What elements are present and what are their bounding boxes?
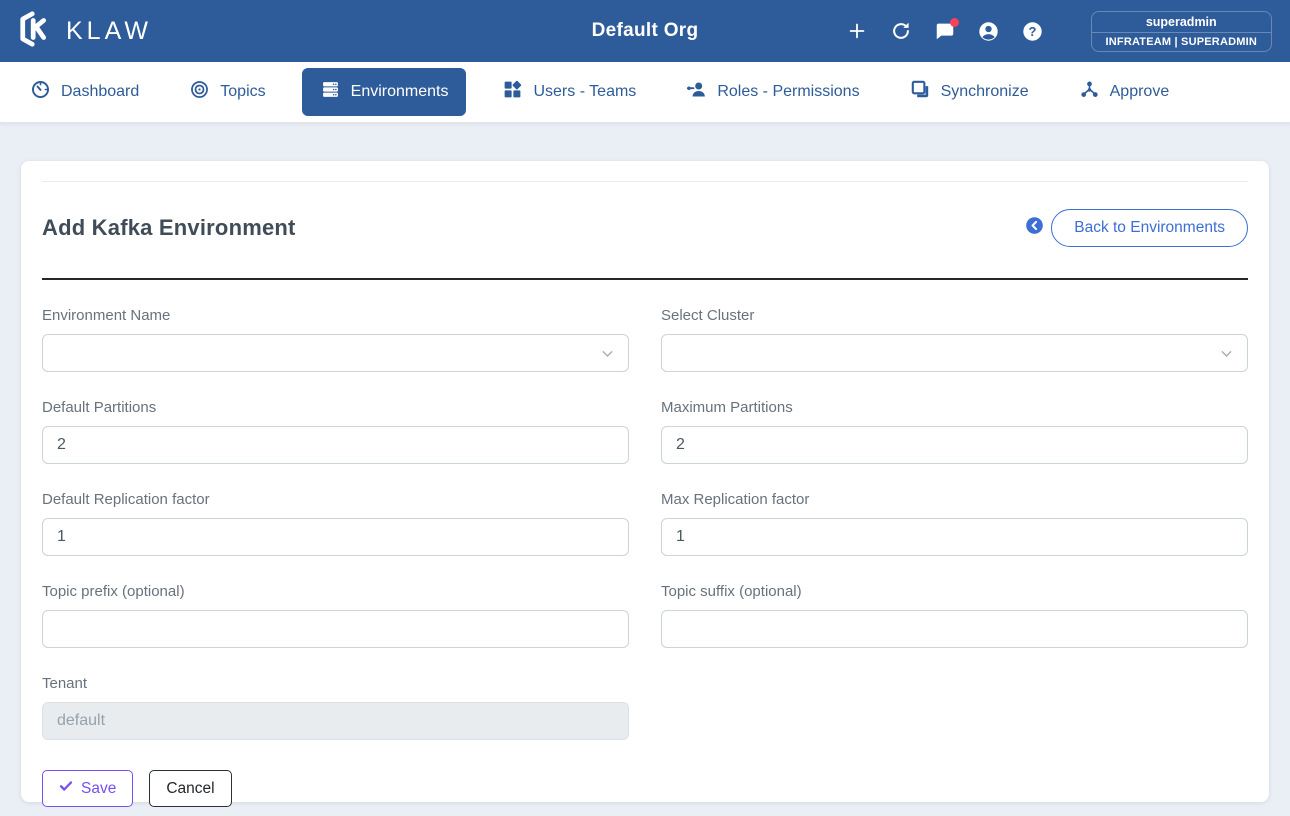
tab-label: Synchronize: [940, 83, 1029, 100]
tab-synchronize[interactable]: Synchronize: [896, 68, 1043, 116]
page-title: Add Kafka Environment: [42, 215, 296, 240]
chevron-down-icon: [599, 345, 616, 367]
default-partitions-input[interactable]: [42, 426, 629, 464]
tab-topics[interactable]: Topics: [175, 68, 279, 116]
cancel-button-label: Cancel: [166, 779, 215, 797]
check-icon: [59, 779, 73, 798]
tab-label: Approve: [1109, 83, 1170, 100]
tenant-label: Tenant: [42, 675, 88, 692]
user-team-role: INFRATEAM | SUPERADMIN: [1090, 32, 1272, 52]
klaw-logo-icon: [18, 10, 56, 53]
topics-target-icon: [189, 79, 210, 105]
select-cluster-select[interactable]: [661, 334, 1248, 372]
tab-users-teams[interactable]: Users - Teams: [488, 68, 650, 116]
dashboard-gauge-icon: [30, 79, 51, 105]
content-card: Add Kafka Environment Back to Environmen…: [21, 161, 1269, 807]
default-replication-factor-label: Default Replication factor: [42, 491, 210, 508]
divider: [42, 181, 1248, 182]
add-icon[interactable]: [845, 19, 869, 43]
divider: [42, 278, 1248, 280]
org-title: Default Org: [591, 20, 699, 41]
user-name: superadmin: [1090, 10, 1272, 33]
save-button[interactable]: Save: [42, 770, 134, 807]
maximum-partitions-input[interactable]: [661, 426, 1248, 464]
tab-roles-permissions[interactable]: Roles - Permissions: [672, 68, 873, 116]
arrow-circle-left-icon[interactable]: [1025, 216, 1044, 240]
synchronize-icon: [910, 79, 931, 105]
topic-suffix-input[interactable]: [661, 610, 1248, 648]
tab-label: Dashboard: [61, 83, 140, 100]
help-icon[interactable]: ?: [1021, 19, 1045, 43]
environments-server-icon: [320, 79, 341, 105]
add-environment-form: Environment Name Select Cluster Default …: [42, 307, 1248, 767]
maximum-partitions-label: Maximum Partitions: [661, 399, 793, 416]
tab-label: Users - Teams: [533, 83, 637, 100]
user-info[interactable]: superadmin INFRATEAM | SUPERADMIN: [1090, 10, 1272, 52]
brand-text: KLAW: [66, 16, 152, 45]
back-to-environments-button[interactable]: Back to Environments: [1051, 209, 1248, 247]
environment-name-label: Environment Name: [42, 307, 171, 324]
max-replication-factor-label: Max Replication factor: [661, 491, 810, 508]
chevron-down-icon: [1218, 345, 1235, 367]
select-cluster-label: Select Cluster: [661, 307, 755, 324]
approve-hub-icon: [1079, 79, 1100, 105]
svg-text:?: ?: [1029, 23, 1037, 38]
brand[interactable]: KLAW: [18, 10, 152, 53]
tab-approve[interactable]: Approve: [1065, 68, 1184, 116]
tab-label: Environments: [350, 83, 449, 100]
navbar-actions: ? superadmin INFRATEAM | SUPERADMIN: [845, 10, 1272, 52]
users-teams-icon: [502, 79, 523, 105]
environment-name-select[interactable]: [42, 334, 629, 372]
tenant-input: [42, 702, 629, 740]
topic-suffix-label: Topic suffix (optional): [661, 583, 802, 600]
top-navbar: KLAW Default Org ? superadmin INFRATEAM …: [0, 0, 1290, 62]
account-icon[interactable]: [977, 19, 1001, 43]
default-partitions-label: Default Partitions: [42, 399, 157, 416]
main-nav: Dashboard Topics Environments Users - Te…: [0, 62, 1290, 123]
tab-label: Topics: [220, 83, 266, 100]
tab-label: Roles - Permissions: [717, 83, 860, 100]
roles-permissions-icon: [686, 79, 707, 105]
topic-prefix-label: Topic prefix (optional): [42, 583, 185, 600]
chat-notifications-icon[interactable]: [933, 18, 959, 43]
refresh-icon[interactable]: [889, 19, 913, 43]
default-replication-factor-input[interactable]: [42, 518, 629, 556]
save-button-label: Save: [81, 779, 117, 797]
tab-dashboard[interactable]: Dashboard: [16, 68, 153, 116]
topic-prefix-input[interactable]: [42, 610, 629, 648]
max-replication-factor-input[interactable]: [661, 518, 1248, 556]
notification-dot: [949, 18, 959, 27]
tab-environments[interactable]: Environments: [301, 68, 467, 116]
cancel-button[interactable]: Cancel: [149, 770, 232, 807]
